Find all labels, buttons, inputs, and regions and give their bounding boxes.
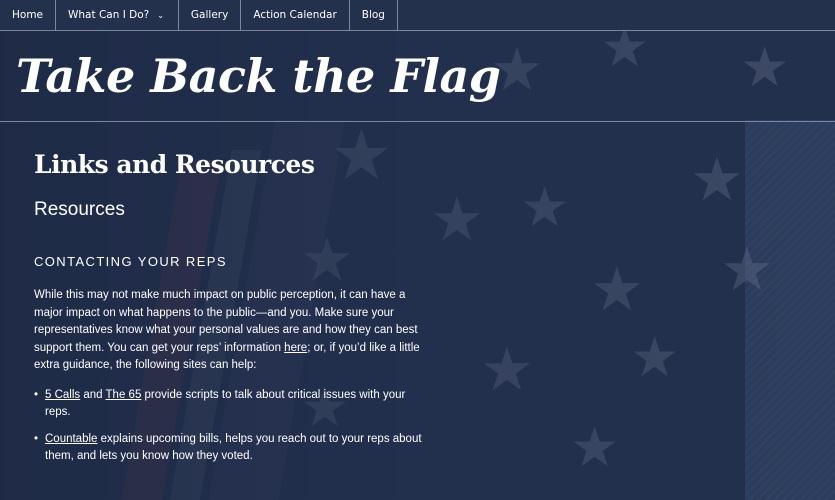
countable-link[interactable]: Countable [45,433,97,445]
list-text: and [80,388,106,401]
list-item: • Countable explains upcoming bills, hel… [34,431,424,466]
section-title: Resources [34,199,125,220]
nav-item-label: What Can I Do? [68,9,150,21]
resource-list: • 5 Calls and The 65 provide scripts to … [34,387,424,466]
5-calls-link[interactable]: 5 Calls [45,389,80,401]
site-header: Take Back the Flag [0,31,835,122]
bullet: • [34,388,39,401]
main-content: Links and Resources Resources CONTACTING… [34,150,424,475]
chevron-down-icon: ⌄ [157,10,164,20]
subsection-title: CONTACTING YOUR REPS [34,254,227,269]
nav-item-label: Action Calendar [253,9,337,21]
nav-item-action-calendar[interactable]: Action Calendar [241,0,350,30]
page-title: Links and Resources [34,150,315,179]
list-text: explains upcoming bills, helps you reach… [45,432,422,463]
main-nav: Home What Can I Do? ⌄ Gallery Action Cal… [0,0,835,31]
intro-paragraph: While this may not make much impact on p… [34,287,424,375]
here-link[interactable]: here [284,342,307,354]
list-item: • 5 Calls and The 65 provide scripts to … [34,387,424,422]
nav-item-home[interactable]: Home [0,0,57,30]
site-title[interactable]: Take Back the Flag [16,49,501,103]
bullet: • [34,432,39,445]
nav-item-gallery[interactable]: Gallery [179,0,242,30]
nav-item-label: Gallery [190,9,229,21]
nav-item-blog[interactable]: Blog [350,0,398,30]
the-65-link[interactable]: The 65 [106,389,142,401]
nav-item-what-can-i-do[interactable]: What Can I Do? ⌄ [56,0,179,30]
nav-item-label: Home [12,9,44,21]
nav-item-label: Blog [361,9,385,21]
